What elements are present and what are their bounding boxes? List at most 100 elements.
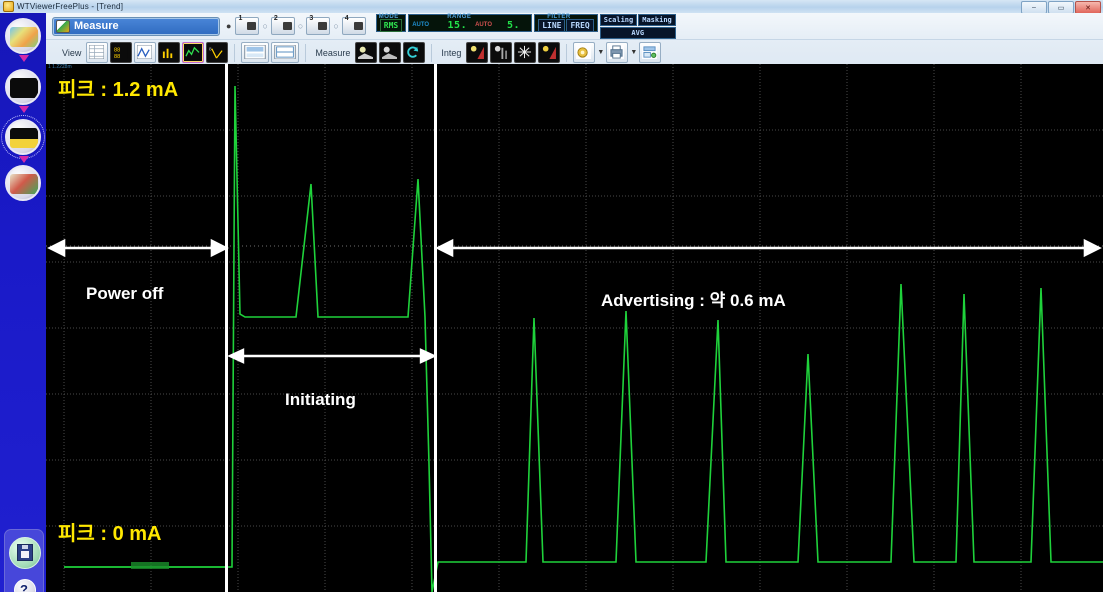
svg-text:88: 88 — [114, 48, 120, 54]
measure-start-button[interactable] — [355, 42, 378, 63]
integ-label: Integ — [441, 47, 462, 58]
range-caption: RANGE — [447, 14, 472, 20]
sidebar-item-trend[interactable] — [1, 115, 45, 159]
channel-4-label: 4 — [344, 15, 349, 22]
channel-1-button[interactable]: 1 — [235, 15, 260, 35]
avg-button[interactable]: AVG — [599, 27, 676, 39]
view-wave-button[interactable] — [134, 42, 157, 63]
plug-icon — [318, 22, 328, 30]
mode-combo[interactable]: Measure — [52, 16, 220, 36]
store-dropdown-caret-icon[interactable]: ▼ — [597, 49, 604, 56]
range-value-2: 5. — [506, 19, 520, 31]
channel-sep-1-icon: ○ — [262, 21, 268, 31]
range-auto-2: AUTO — [475, 22, 492, 28]
floppy-save-icon — [17, 544, 33, 561]
trend-icon — [10, 128, 38, 148]
view-numeric-alt-button[interactable]: 88 88 — [110, 42, 133, 63]
plug-icon — [353, 22, 363, 30]
measure-reset-button[interactable] — [403, 42, 426, 63]
scaling-button[interactable]: Scaling — [599, 14, 638, 26]
store-icon — [576, 45, 592, 59]
integ-hold-icon — [493, 45, 509, 59]
scaling-masking-group: Scaling Masking AVG — [599, 14, 676, 39]
peak-bottom-label: 피크 : 0 mA — [58, 523, 162, 545]
integ-reset-button[interactable] — [514, 42, 537, 63]
channel-2-button[interactable]: 2 — [270, 15, 295, 35]
integ-hold-button[interactable] — [490, 42, 513, 63]
channel-sep-3-icon: ○ — [333, 21, 339, 31]
toolbar-divider-1 — [234, 43, 236, 62]
toolbar-row-bottom: View 88 88 8 Measure Integ ▼ ▼ — [46, 39, 1103, 65]
view-label: View — [62, 47, 82, 58]
sidebar-item-setup[interactable] — [5, 18, 41, 54]
filter-caption: FILTER — [547, 14, 571, 20]
measure-stop-button[interactable] — [379, 42, 402, 63]
range-readout[interactable]: RANGE AUTO 15. AUTO 5. — [408, 14, 533, 32]
sidebar-item-report[interactable] — [5, 165, 41, 201]
store-button[interactable] — [573, 42, 596, 63]
vector-dark-icon: 8 — [209, 45, 225, 59]
reset-measure-icon — [406, 45, 422, 59]
phase-power-off-label: Power off — [86, 284, 164, 303]
corner-readout: 1 1.2228m — [48, 64, 72, 70]
integ-config-icon — [541, 45, 557, 59]
print-icon — [609, 45, 625, 59]
view-vector-button[interactable]: 8 — [206, 42, 229, 63]
globe-icon — [10, 27, 38, 47]
numeric-yellow-icon: 8888 — [113, 45, 129, 59]
view-trend-button[interactable] — [182, 42, 205, 63]
measure-label: Measure — [315, 47, 351, 58]
left-sidebar: ? — [0, 13, 47, 592]
sidebar-arrow-3-icon — [19, 156, 29, 163]
toolbar-divider-2 — [305, 43, 307, 62]
channel-4-button[interactable]: 4 — [341, 15, 366, 35]
filter-line-button[interactable]: LINE — [538, 18, 566, 32]
region-divider-2 — [434, 64, 437, 592]
peak-top-label: 피크 : 1.2 mA — [58, 79, 179, 101]
filter-readout[interactable]: FILTER LINE FREQ — [534, 14, 598, 32]
mode-readout[interactable]: MODE RMS — [375, 14, 407, 32]
phase-advertising-label: Advertising : 약 0.6 mA — [601, 291, 786, 310]
filter-freq-button[interactable]: FREQ — [566, 18, 594, 32]
split-horizontal-button[interactable] — [241, 42, 270, 63]
integ-start-icon — [469, 45, 485, 59]
range-auto-1: AUTO — [412, 22, 430, 28]
status-readout-panel: MODE RMS RANGE AUTO 15. AUTO 5. FILTER L… — [375, 14, 676, 39]
sidebar-item-monitor[interactable] — [5, 69, 41, 105]
trend-green-icon — [185, 45, 201, 59]
integ-start-button[interactable] — [466, 42, 489, 63]
wave-blue-icon — [137, 45, 153, 59]
window-title-bar: WTViewerFreePlus - [Trend] – ▭ ✕ — [0, 0, 1103, 14]
view-numeric-button[interactable] — [86, 42, 109, 63]
channel-2-label: 2 — [273, 15, 278, 22]
svg-text:88: 88 — [114, 54, 120, 59]
integ-config-button[interactable] — [538, 42, 561, 63]
trend-waveform-canvas — [46, 64, 1103, 592]
sidebar-arrow-2-icon — [19, 106, 29, 113]
masking-button[interactable]: Masking — [638, 14, 676, 26]
channel-1-label: 1 — [238, 15, 243, 22]
sidebar-arrow-1-icon — [19, 55, 29, 62]
channel-3-button[interactable]: 3 — [306, 15, 331, 35]
mode-value: RMS — [379, 18, 403, 32]
measure-icon — [56, 19, 70, 33]
application-window: WTViewerFreePlus - [Trend] – ▭ ✕ ? Measu… — [0, 0, 1103, 592]
split-vertical-icon — [274, 45, 297, 59]
print-button[interactable] — [606, 42, 629, 63]
window-title: WTViewerFreePlus - [Trend] — [17, 2, 124, 11]
trend-plot[interactable]: 1 1.2228m 피크 : 1.2 mA 피크 : 0 mA Power of… — [46, 64, 1103, 592]
app-icon — [3, 1, 14, 12]
split-vertical-button[interactable] — [271, 42, 300, 63]
channel-sep-2-icon: ○ — [297, 21, 304, 31]
waveform-icon — [10, 78, 38, 98]
plug-icon — [247, 22, 257, 30]
bar-yellow-icon — [161, 45, 177, 59]
toolbar-area: Measure ● 1 ○ 2 ○ 3 ○ 4 MODE RMS RANGE A… — [46, 13, 1103, 65]
print-dropdown-caret-icon[interactable]: ▼ — [630, 49, 637, 56]
view-bar-button[interactable] — [158, 42, 181, 63]
stop-measure-icon — [382, 45, 398, 59]
mode-caption: MODE — [378, 14, 399, 20]
setup-button[interactable] — [639, 42, 662, 63]
baseline-marker — [131, 562, 169, 569]
start-measure-icon — [358, 45, 374, 59]
